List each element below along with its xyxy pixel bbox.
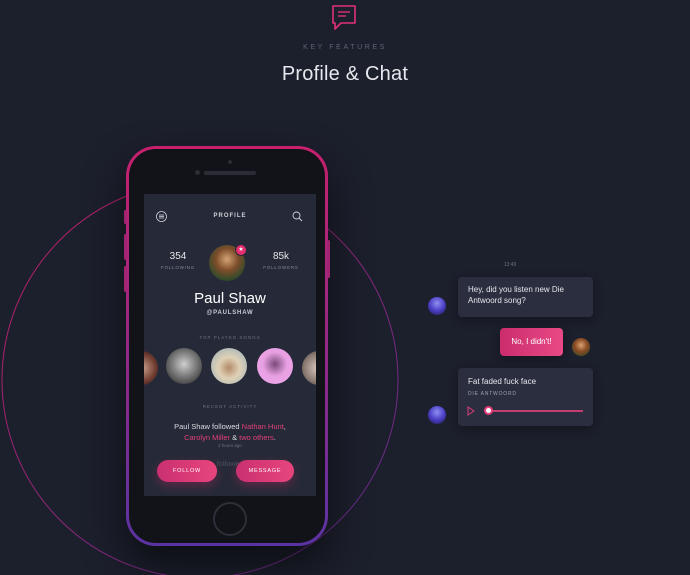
followers-count: 85k xyxy=(272,251,290,262)
followers-label: FOLLOWERS xyxy=(263,265,299,270)
star-badge-icon: ★ xyxy=(235,244,247,256)
chat-timestamp: 13:49 xyxy=(503,262,517,268)
activity-sep: , xyxy=(283,422,286,431)
section-kicker: KEY FEATURES xyxy=(303,44,387,51)
chat-avatar-contact-2[interactable] xyxy=(428,406,446,424)
follow-button[interactable]: FOLLOW xyxy=(157,460,217,482)
search-icon[interactable] xyxy=(292,211,303,222)
top-songs-label: TOP PLAYED SONGS xyxy=(199,335,261,340)
activity-link-1[interactable]: Nathan Hunt xyxy=(242,422,284,431)
activity-item: Paul Shaw followed Nathan Hunt, Carolyn … xyxy=(162,421,298,443)
song-thumb-2[interactable] xyxy=(166,348,202,384)
activity-text: Paul Shaw followed xyxy=(174,422,242,431)
play-icon[interactable] xyxy=(466,406,476,416)
chat-avatar-self[interactable] xyxy=(572,338,590,356)
message-button[interactable]: MESSAGE xyxy=(236,460,294,482)
activity-end: . xyxy=(273,433,276,442)
song-thumb-3[interactable] xyxy=(211,348,247,384)
activity-amp: & xyxy=(229,433,240,442)
profile-screen: PROFILE 354 FOLLOWING 85k FOLLOWERS ★ Pa… xyxy=(144,194,316,496)
volume-down-button xyxy=(124,266,127,292)
message-bubble-received: Hey, did you listen new Die Antwoord son… xyxy=(458,277,593,317)
phone-body: PROFILE 354 FOLLOWING 85k FOLLOWERS ★ Pa… xyxy=(129,149,325,543)
recent-activity-label: RECENT ACTIVITY xyxy=(202,404,258,409)
home-button[interactable] xyxy=(213,502,247,536)
song-thumb-1[interactable] xyxy=(144,351,158,385)
volume-up-button xyxy=(124,234,127,260)
screen-title: PROFILE xyxy=(213,213,247,219)
track-title: Fat faded fuck face xyxy=(468,377,537,386)
following-count: 354 xyxy=(169,251,187,262)
profile-name: Paul Shaw xyxy=(194,290,266,307)
page-title: Profile & Chat xyxy=(281,63,409,85)
following-label: FOLLOWING xyxy=(160,265,196,270)
audio-progress-track[interactable] xyxy=(485,410,583,412)
audio-progress-handle[interactable] xyxy=(484,406,493,415)
track-artist: DIE ANTWOORD xyxy=(468,391,517,397)
song-thumb-4[interactable] xyxy=(257,348,293,384)
message-bubble-sent: No, I didn't! xyxy=(500,328,563,356)
proximity-sensor xyxy=(228,160,232,164)
chat-avatar-contact[interactable] xyxy=(428,297,446,315)
activity-link-2[interactable]: Carolyn Miller xyxy=(184,433,230,442)
song-thumb-5[interactable] xyxy=(302,351,316,385)
profile-handle: @PAULSHAW xyxy=(206,310,254,316)
mute-switch xyxy=(124,210,127,224)
activity-link-others[interactable]: two others xyxy=(239,433,274,442)
chat-bubble-icon xyxy=(332,5,356,30)
power-button xyxy=(327,240,330,278)
front-camera xyxy=(195,170,200,175)
audio-message-card: Fat faded fuck face DIE ANTWOORD xyxy=(458,368,593,426)
phone-mockup: PROFILE 354 FOLLOWING 85k FOLLOWERS ★ Pa… xyxy=(124,146,330,546)
earpiece-speaker xyxy=(204,171,256,175)
activity-time: 2 hours ago xyxy=(218,443,242,448)
